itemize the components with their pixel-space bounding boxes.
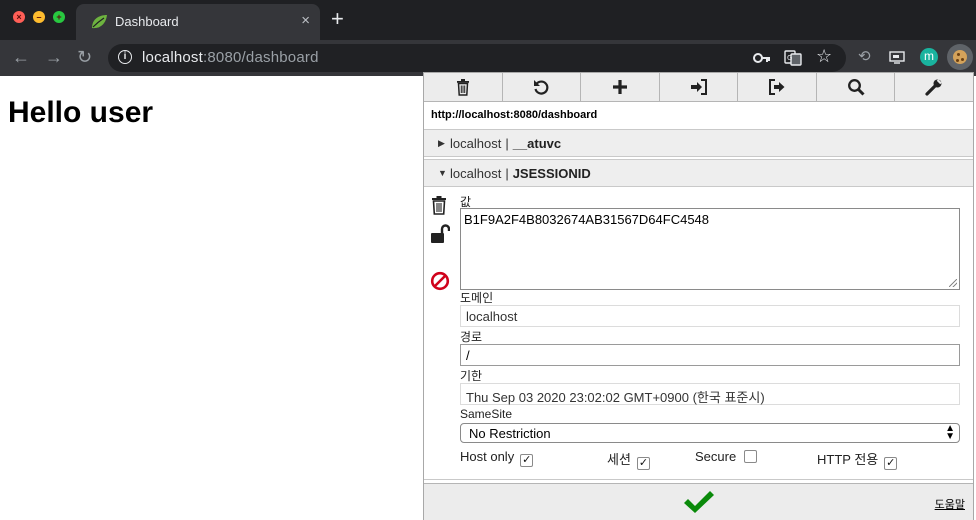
- minimize-window-button[interactable]: –: [33, 11, 45, 23]
- delete-all-button[interactable]: [424, 73, 503, 101]
- cookie-editor-popup: http://localhost:8080/dashboard ▶ localh…: [423, 72, 974, 520]
- cookie-value: B1F9A2F4B8032674AB31567D64FC4548: [464, 212, 710, 227]
- secure-checkbox[interactable]: [744, 450, 758, 463]
- expires-label: 기한: [460, 369, 483, 383]
- address-bar[interactable]: i localhost:8080/dashboard G ☆: [108, 44, 846, 72]
- undo-icon: [534, 80, 549, 95]
- unlocked-padlock-icon[interactable]: [430, 224, 450, 244]
- cookie-separator: |: [505, 166, 509, 181]
- tab-dashboard[interactable]: Dashboard ×: [76, 4, 320, 40]
- info-icon[interactable]: i: [118, 50, 132, 64]
- session-checkbox[interactable]: ✓: [636, 457, 650, 470]
- help-link[interactable]: 도움말: [935, 496, 965, 512]
- import-button[interactable]: [660, 73, 739, 101]
- url-host: localhost: [142, 49, 204, 66]
- forward-icon[interactable]: →: [45, 46, 63, 68]
- current-url: http://localhost:8080/dashboard: [431, 109, 598, 121]
- bookmark-star-icon[interactable]: ☆: [816, 46, 832, 66]
- cookie-detail-panel: 값 B1F9A2F4B8032674AB31567D64FC4548 도메인 l…: [424, 187, 973, 480]
- tab-bar: × – + Dashboard × +: [0, 0, 976, 40]
- select-caret-icon: ▲ ▼: [945, 423, 955, 442]
- export-button[interactable]: [738, 73, 817, 101]
- reload-icon[interactable]: ↻: [77, 46, 92, 68]
- domain-field[interactable]: localhost: [460, 305, 960, 327]
- popup-toolbar: [424, 73, 973, 102]
- expires-field[interactable]: Thu Sep 03 2020 23:02:02 GMT+0900 (한국 표준…: [460, 383, 960, 405]
- session-label: 세션: [607, 452, 631, 467]
- options-button[interactable]: [895, 73, 973, 101]
- translate-icon[interactable]: G: [784, 50, 802, 66]
- trash-icon: [456, 79, 469, 96]
- spring-leaf-icon: [92, 15, 107, 29]
- zoom-window-button[interactable]: +: [53, 11, 65, 23]
- http-only-checkbox[interactable]: ✓: [884, 457, 898, 470]
- value-textarea[interactable]: B1F9A2F4B8032674AB31567D64FC4548: [460, 208, 960, 290]
- new-tab-button[interactable]: +: [331, 8, 344, 30]
- samesite-label: SameSite: [460, 407, 513, 421]
- cookie-row-atuvc[interactable]: ▶ localhost | __atuvc: [424, 129, 973, 157]
- domain-label: 도메인: [460, 291, 494, 305]
- export-icon: [769, 79, 785, 95]
- secure-label: Secure: [695, 449, 737, 464]
- cookie-extension-icon[interactable]: [947, 44, 973, 70]
- secure-option: Secure: [695, 449, 758, 464]
- back-icon[interactable]: ←: [12, 46, 30, 68]
- plus-icon: [612, 80, 627, 94]
- save-checkmark-icon[interactable]: [682, 488, 716, 516]
- tab-title: Dashboard: [115, 14, 179, 29]
- address-url[interactable]: localhost:8080/dashboard: [142, 49, 319, 66]
- cookie-domain: localhost: [450, 136, 502, 151]
- expand-arrow-icon[interactable]: ▶: [438, 138, 445, 149]
- search-button[interactable]: [817, 73, 896, 101]
- samesite-value: No Restriction: [469, 426, 551, 441]
- http-only-label: HTTP 전용: [817, 452, 879, 467]
- popup-footer: 도움말: [424, 483, 973, 520]
- cookie-row-jsessionid[interactable]: ▼ localhost | JSESSIONID: [424, 159, 973, 187]
- tab-close-icon[interactable]: ×: [301, 12, 310, 29]
- browser-toolbar: ← → ↻ i localhost:8080/dashboard G ☆ ⟲ m: [0, 40, 976, 76]
- add-cookie-button[interactable]: [581, 73, 660, 101]
- extension-m-icon[interactable]: m: [920, 48, 938, 66]
- delete-cookie-icon[interactable]: [430, 195, 448, 215]
- extension-sync-icon[interactable]: ⟲: [858, 47, 871, 67]
- close-window-button[interactable]: ×: [13, 11, 25, 23]
- search-icon: [847, 79, 865, 96]
- collapse-arrow-icon[interactable]: ▼: [438, 168, 447, 178]
- url-path: :8080/dashboard: [203, 49, 319, 66]
- import-icon: [690, 79, 707, 95]
- path-field[interactable]: /: [460, 344, 960, 366]
- page-heading: Hello user: [8, 96, 154, 129]
- http-only-option: HTTP 전용 ✓: [817, 449, 898, 470]
- block-cookie-icon[interactable]: [430, 271, 450, 291]
- cookie-name: JSESSIONID: [512, 166, 591, 181]
- cookie-domain: localhost: [450, 166, 502, 181]
- reset-button[interactable]: [503, 73, 582, 101]
- resize-grip-icon[interactable]: [949, 279, 957, 287]
- svg-text:G: G: [787, 54, 792, 62]
- cast-screen-icon[interactable]: [889, 51, 905, 64]
- cookie-separator: |: [505, 136, 509, 151]
- wrench-icon: [925, 79, 943, 96]
- host-only-option: Host only ✓: [460, 449, 534, 467]
- session-option: 세션 ✓: [607, 449, 650, 470]
- host-only-label: Host only: [460, 449, 515, 464]
- key-icon[interactable]: [753, 51, 771, 65]
- path-label: 경로: [460, 330, 483, 344]
- cookie-name: __atuvc: [512, 136, 562, 151]
- host-only-checkbox[interactable]: ✓: [520, 454, 534, 467]
- samesite-select[interactable]: No Restriction ▲ ▼: [460, 423, 960, 443]
